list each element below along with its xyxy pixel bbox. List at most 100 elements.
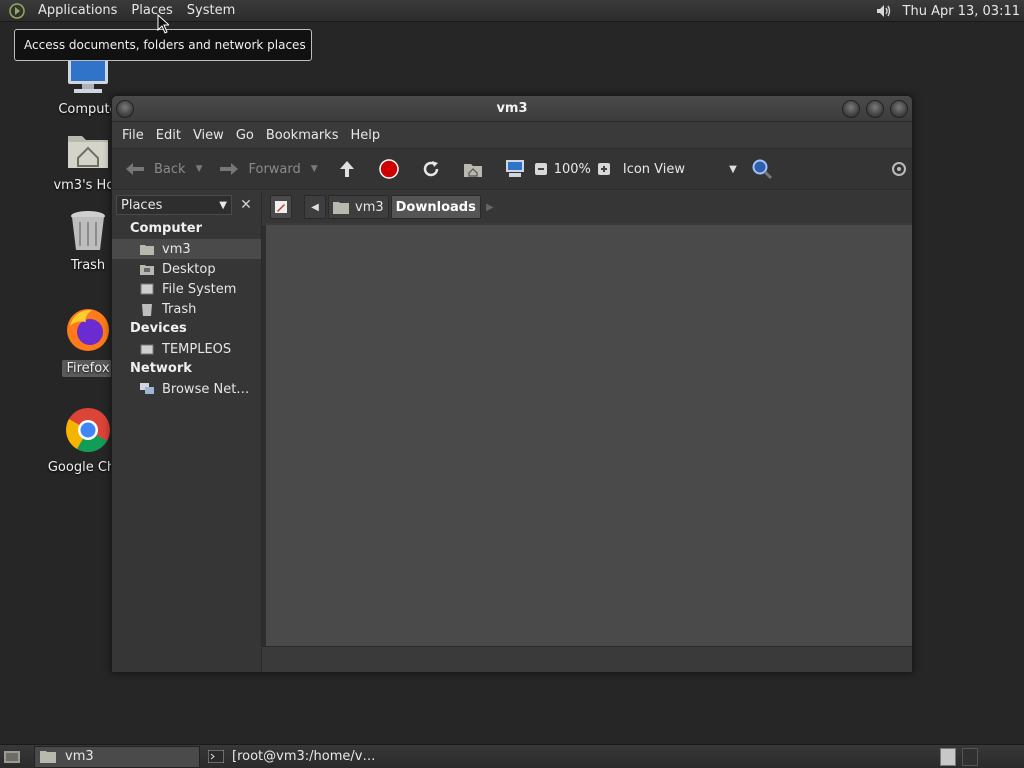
sidebar-section-computer: Computer (130, 221, 203, 236)
taskbar-item-label: vm3 (65, 749, 94, 764)
close-icon[interactable]: ✕ (236, 195, 256, 215)
zoom-in-icon[interactable] (595, 156, 613, 182)
places-menu[interactable]: Places (127, 3, 176, 18)
home-icon (140, 242, 154, 256)
menu-edit[interactable]: Edit (156, 128, 181, 143)
computer-icon (68, 58, 108, 93)
menu-bookmarks[interactable]: Bookmarks (266, 128, 339, 143)
back-label: Back (154, 161, 186, 177)
home-icon (333, 202, 349, 214)
filesystem-icon (140, 282, 154, 296)
workspace-2[interactable] (962, 748, 978, 766)
top-panel-tray: Thu Apr 13, 03:11 (873, 0, 1024, 22)
workspace-1[interactable] (940, 748, 956, 766)
path-scroll-left-button[interactable]: ◀ (304, 195, 326, 219)
file-manager-window: vm3 File Edit View Go Bookmarks Help Bac… (111, 95, 913, 673)
top-panel: Applications Places System Thu Apr 13, 0… (0, 0, 1024, 22)
desktop-icon-label: Firefox (62, 360, 114, 377)
breadcrumb-vm3[interactable]: vm3 (328, 195, 389, 219)
breadcrumb-label: vm3 (355, 199, 384, 215)
sidebar-item-label: vm3 (162, 241, 191, 257)
path-scroll-right-button[interactable]: ▶ (483, 195, 497, 219)
sidebar-item-label: File System (162, 281, 237, 297)
throbber-icon (886, 156, 912, 182)
firefox-icon (67, 309, 109, 351)
chevron-down-icon: ▼ (219, 199, 227, 211)
forward-arrow-icon (216, 156, 242, 182)
menubar: File Edit View Go Bookmarks Help (112, 122, 912, 148)
sidebar-item-trash[interactable]: Trash (112, 299, 261, 319)
view-mode-label: Icon View (622, 161, 686, 177)
forward-label: Forward (248, 161, 301, 177)
zoom-level[interactable]: 100% (554, 162, 591, 177)
maximize-button[interactable] (866, 100, 884, 118)
chrome-icon (66, 408, 110, 452)
side-pane-header: Places ▼ ✕ (112, 191, 261, 219)
drive-icon (140, 342, 154, 356)
menu-view[interactable]: View (193, 128, 224, 143)
clock[interactable]: Thu Apr 13, 03:11 (903, 4, 1020, 19)
menu-help[interactable]: Help (350, 128, 380, 143)
trash-icon (140, 302, 154, 316)
sidebar-item-label: Browse Net… (162, 381, 250, 397)
search-icon[interactable] (749, 156, 775, 182)
back-arrow-icon (122, 156, 148, 182)
edit-icon (275, 201, 287, 213)
view-mode-select[interactable]: Icon View ▼ (617, 162, 737, 177)
window-titlebar[interactable]: vm3 (112, 96, 912, 122)
side-pane-selector-label: Places (121, 197, 163, 213)
computer-icon[interactable] (502, 156, 528, 182)
system-menu[interactable]: System (183, 3, 239, 18)
path-bar: ◀ vm3 Downloads ▶ (262, 191, 912, 223)
gnome-foot-icon[interactable] (6, 0, 28, 22)
show-desktop-icon[interactable] (0, 746, 24, 768)
volume-icon[interactable] (873, 0, 895, 22)
window-title: vm3 (496, 101, 528, 116)
forward-history-dropdown-icon[interactable]: ▼ (311, 164, 318, 174)
sidebar-item-label: Trash (162, 301, 197, 317)
side-pane-selector[interactable]: Places ▼ (116, 195, 232, 215)
forward-button[interactable]: Forward ▼ (216, 156, 318, 182)
side-pane: Places ▼ ✕ Computer vm3 Desktop File Sys… (112, 191, 262, 672)
window-menu-button[interactable] (116, 100, 134, 118)
status-bar (262, 646, 912, 672)
bottom-panel: vm3 [root@vm3:/home/v… (0, 744, 1024, 768)
reload-icon[interactable] (418, 156, 444, 182)
menu-go[interactable]: Go (236, 128, 254, 143)
sidebar-item-file-system[interactable]: File System (112, 279, 261, 299)
location-edit-button[interactable] (270, 195, 292, 219)
sidebar-item-desktop[interactable]: Desktop (112, 259, 261, 279)
sidebar-section-network: Network (130, 361, 192, 376)
zoom-out-icon[interactable] (532, 156, 550, 182)
stop-icon[interactable] (376, 156, 402, 182)
close-button[interactable] (890, 100, 908, 118)
home-icon[interactable] (460, 156, 486, 182)
taskbar-item-terminal[interactable]: [root@vm3:/home/v… (204, 746, 376, 768)
terminal-icon (208, 749, 224, 765)
breadcrumb-label: Downloads (395, 199, 476, 215)
folder-icon (39, 749, 57, 765)
breadcrumb-downloads[interactable]: Downloads (390, 195, 481, 219)
minimize-button[interactable] (842, 100, 860, 118)
network-icon (140, 382, 154, 396)
taskbar-item-vm3[interactable]: vm3 (34, 745, 200, 768)
toolbar: Back ▼ Forward ▼ 100% Icon View ▼ (112, 148, 912, 190)
content-area: Places ▼ ✕ Computer vm3 Desktop File Sys… (112, 191, 912, 672)
sidebar-item-templeos[interactable]: TEMPLEOS (112, 339, 261, 359)
back-button[interactable]: Back ▼ (122, 156, 202, 182)
menu-file[interactable]: File (122, 128, 144, 143)
sidebar-item-label: Desktop (162, 261, 216, 277)
sidebar-section-devices: Devices (130, 321, 187, 336)
mouse-cursor-icon (157, 14, 169, 34)
back-history-dropdown-icon[interactable]: ▼ (196, 164, 203, 174)
chevron-down-icon: ▼ (729, 163, 737, 175)
sidebar-item-browse-network[interactable]: Browse Net… (112, 379, 261, 399)
icon-view[interactable] (262, 225, 912, 646)
sidebar-item-vm3[interactable]: vm3 (112, 239, 261, 259)
applications-menu[interactable]: Applications (34, 3, 121, 18)
main-pane: ◀ vm3 Downloads ▶ (262, 191, 912, 672)
up-icon[interactable] (334, 156, 360, 182)
home-folder-icon (68, 136, 108, 168)
desktop-folder-icon (140, 262, 154, 276)
taskbar-item-label: [root@vm3:/home/v… (232, 749, 376, 764)
